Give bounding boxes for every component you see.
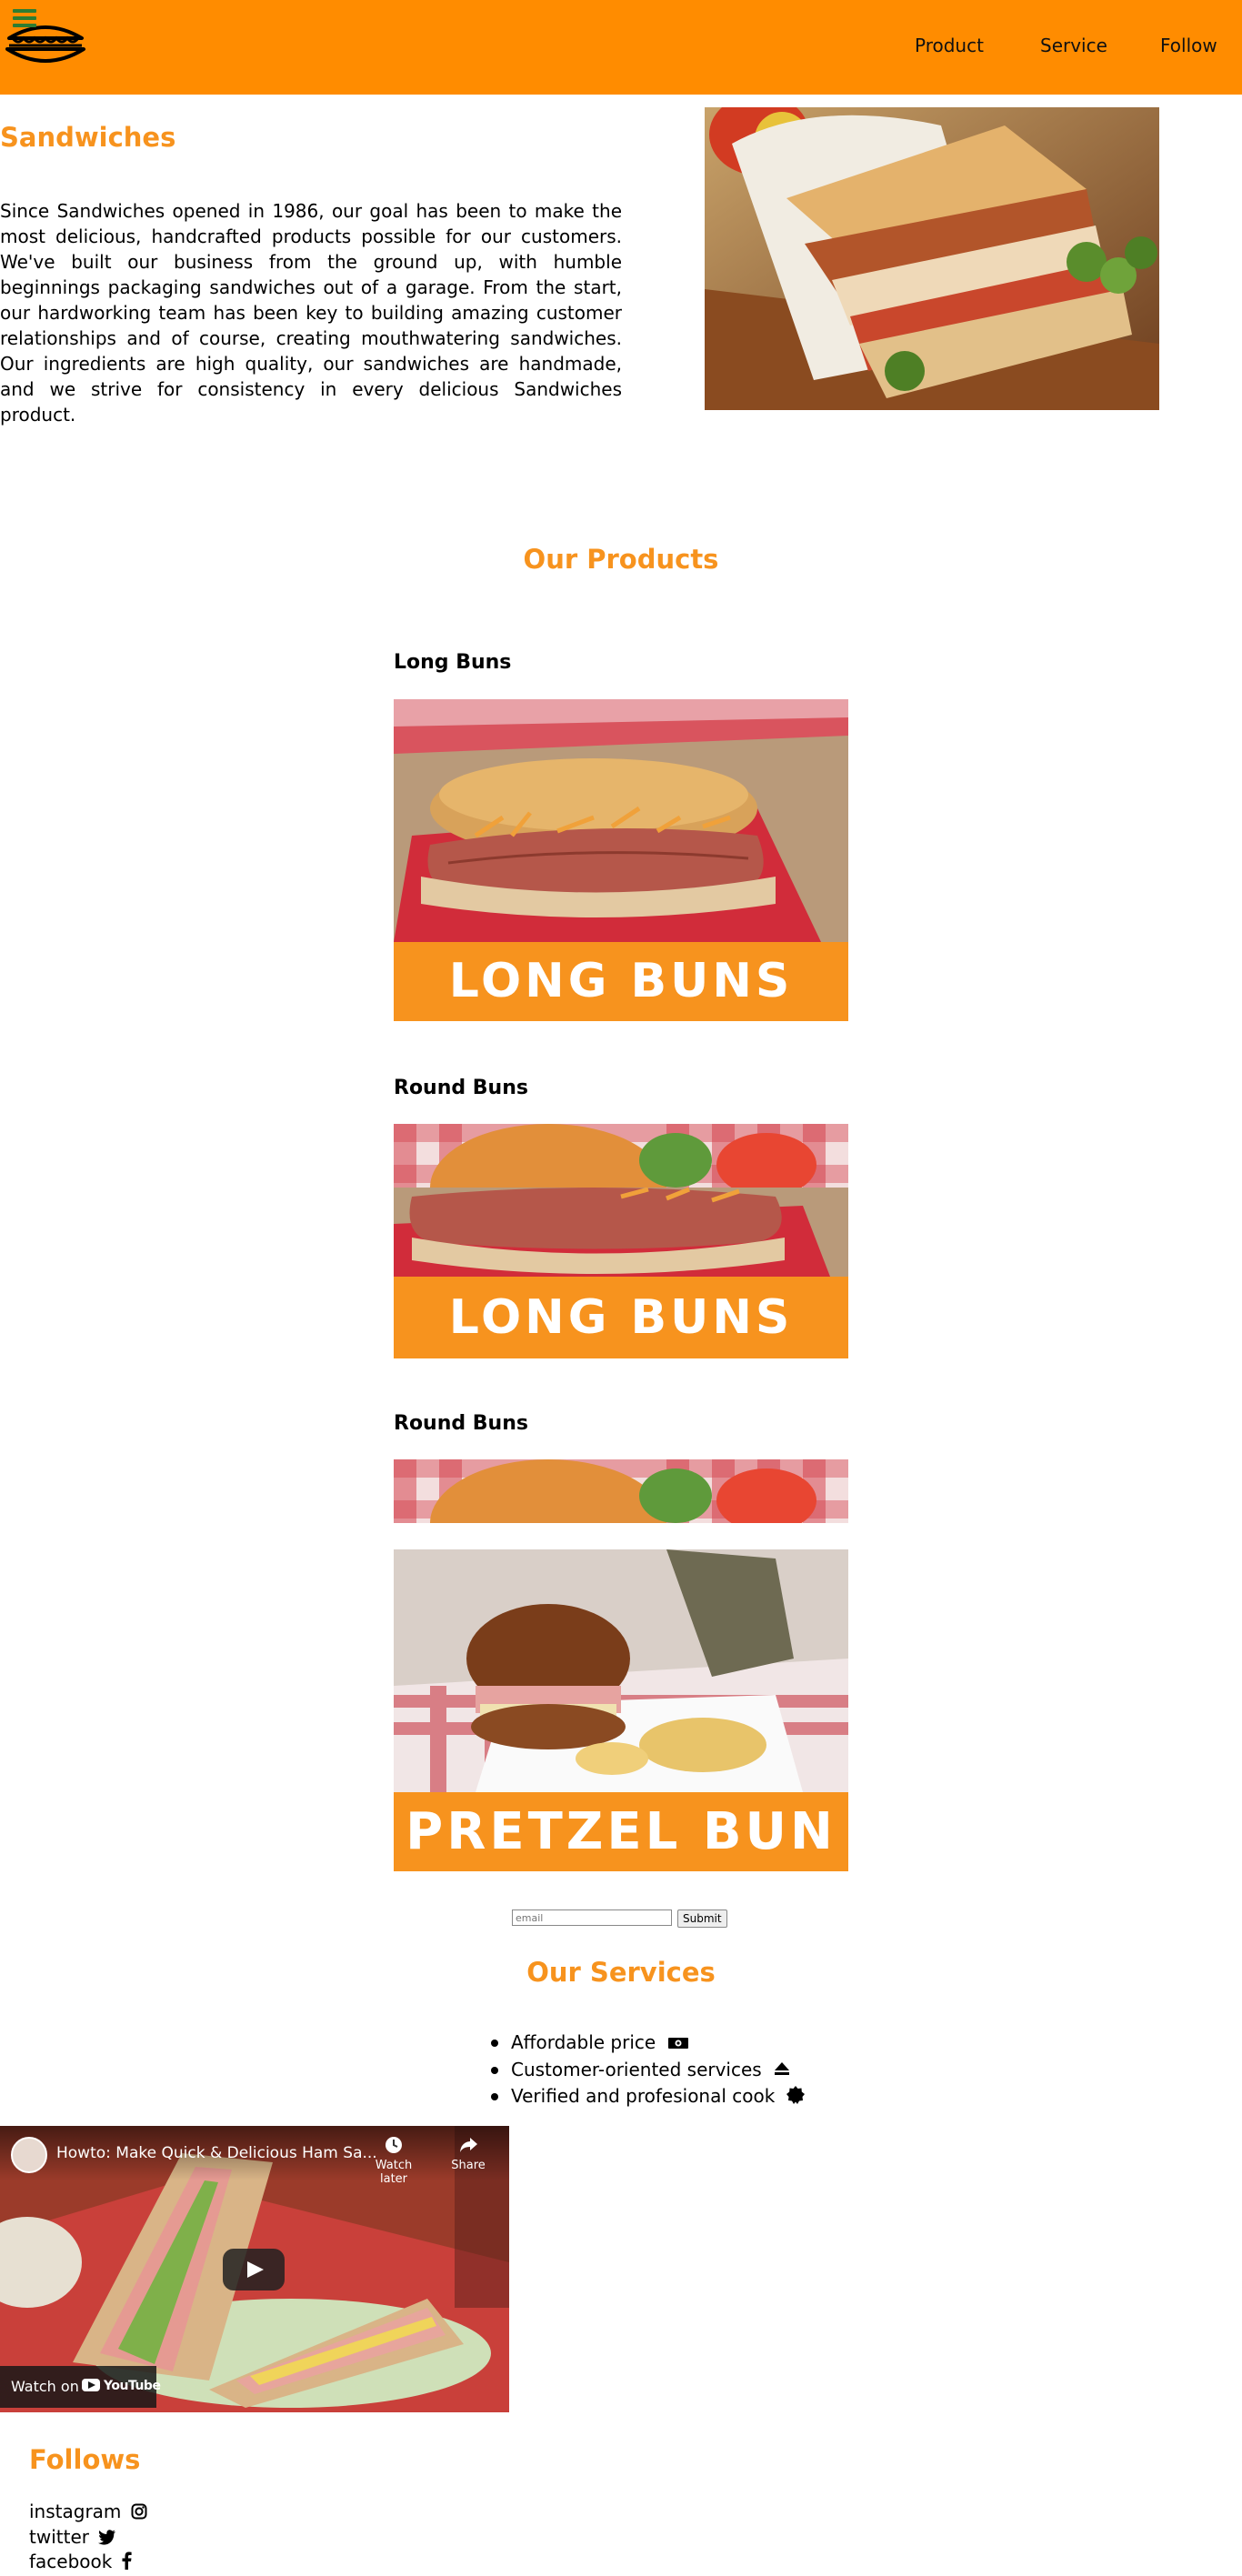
money-icon [667, 2031, 689, 2057]
twitter-label: twitter [29, 2526, 89, 2548]
about-text: Since Sandwiches opened in 1986, our goa… [0, 200, 622, 426]
round-buns-photo [394, 1124, 848, 1188]
product-banner: LONG BUNS [394, 1277, 848, 1358]
service-label: Customer-oriented services [511, 2058, 762, 2080]
video-title[interactable]: Howto: Make Quick & Delicious Ham Sa... [56, 2144, 377, 2162]
nav-service[interactable]: Service [1040, 35, 1107, 56]
service-item: Verified and profesional cook [491, 2083, 805, 2110]
service-label: Verified and profesional cook [511, 2085, 776, 2107]
watch-on-youtube-button[interactable]: Watch on YouTube [0, 2366, 161, 2408]
round-buns-photo [394, 1459, 848, 1523]
youtube-wordmark: YouTube [104, 2379, 161, 2393]
instagram-link[interactable]: instagram [29, 2501, 147, 2524]
instagram-icon [131, 2502, 147, 2524]
badge-icon [786, 2085, 805, 2110]
youtube-video-embed[interactable]: Howto: Make Quick & Delicious Ham Sa... … [0, 2126, 509, 2412]
eject-icon [773, 2058, 791, 2083]
service-label: Affordable price [511, 2031, 656, 2053]
clock-icon [386, 2137, 402, 2153]
product-banner: LONG BUNS [394, 942, 848, 1021]
share-label: Share [451, 2159, 486, 2172]
product-title: Long Buns [394, 651, 512, 674]
watch-on-label: Watch on [11, 2378, 79, 2395]
service-item: Affordable price [491, 2030, 805, 2057]
instagram-label: instagram [29, 2501, 122, 2522]
products-title: Our Products [523, 544, 719, 575]
product-title: Round Buns [394, 1077, 528, 1099]
facebook-link[interactable]: facebook [29, 2551, 132, 2574]
follows-title: Follows [29, 2444, 141, 2475]
about-title: Sandwiches [0, 122, 176, 153]
watch-later-label: Watch later [375, 2159, 413, 2186]
facebook-icon [122, 2551, 132, 2574]
service-item: Customer-oriented services [491, 2057, 805, 2084]
hamburger-icon[interactable] [13, 9, 36, 29]
channel-avatar[interactable] [11, 2137, 47, 2173]
share-button[interactable]: Share [446, 2135, 491, 2172]
email-input[interactable] [512, 1909, 672, 1926]
club-sandwich-photo [705, 94, 1159, 410]
nav-product[interactable]: Product [915, 35, 984, 56]
submit-button[interactable]: Submit [677, 1909, 727, 1928]
services-title: Our Services [526, 1957, 716, 1988]
share-icon [460, 2138, 477, 2152]
twitter-link[interactable]: twitter [29, 2526, 116, 2550]
watch-later-button[interactable]: Watch later [362, 2135, 426, 2186]
nav-follow[interactable]: Follow [1160, 35, 1217, 56]
twitter-icon [98, 2528, 116, 2550]
youtube-icon [82, 2379, 100, 2391]
facebook-label: facebook [29, 2551, 113, 2572]
pretzel-bun-photo [394, 1549, 848, 1792]
long-buns-photo [394, 699, 848, 942]
product-banner: PRETZEL BUN [394, 1792, 848, 1871]
services-list: Affordable price Customer-oriented servi… [491, 2030, 805, 2110]
long-buns-photo [394, 1188, 848, 1277]
play-icon[interactable] [223, 2249, 285, 2290]
product-title: Round Buns [394, 1412, 528, 1435]
